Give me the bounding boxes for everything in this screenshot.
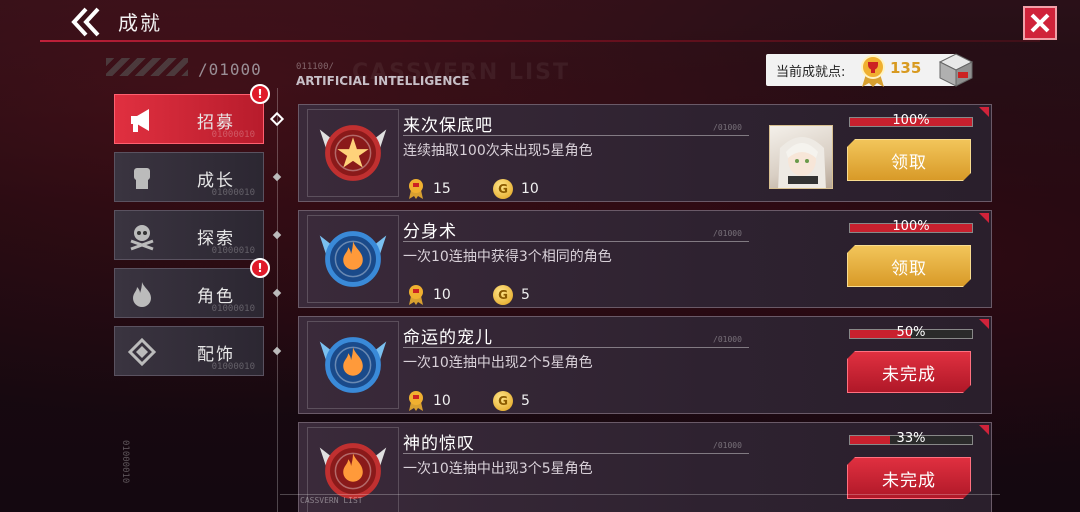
title-underline [403, 347, 749, 348]
achievement-description: 连续抽取100次未出现5星角色 [403, 143, 593, 159]
title-underline [403, 135, 749, 136]
medal-reward: 15 [407, 178, 451, 200]
title-underline [403, 453, 749, 454]
incomplete-button[interactable]: 未完成 [847, 457, 971, 499]
coin-icon: G [493, 179, 513, 199]
achievement-code: /01000 [713, 123, 742, 132]
medal-reward: 10 [407, 390, 451, 412]
achievement-card: 分身术/01000 一次10连抽中获得3个相同的角色 10 G 5 100% 领取 [298, 210, 992, 308]
vertical-code: 01000010 [120, 440, 130, 484]
medal-icon [409, 179, 423, 199]
sidebar-item-explore[interactable]: 探索 01000010 [114, 210, 264, 260]
achievement-code: /01000 [713, 335, 742, 344]
claim-button[interactable]: 领取 [847, 245, 971, 287]
skull-icon [125, 219, 159, 253]
achievement-description: 一次10连抽中出现3个5星角色 [403, 461, 593, 477]
achievement-description: 一次10连抽中获得3个相同的角色 [403, 249, 612, 265]
achievement-emblem-icon [307, 109, 399, 197]
points-label: 当前成就点: [776, 65, 846, 80]
sidebar-item-accessory[interactable]: 配饰 01000010 [114, 326, 264, 376]
coin-reward: G 5 [493, 284, 530, 306]
sidebar-item-code: 01000010 [211, 188, 255, 198]
progress-text: 100% [892, 219, 930, 234]
card-corner-mark [979, 319, 989, 329]
fist-icon [125, 161, 159, 195]
points-value: 135 [890, 59, 922, 77]
header: 成就 [0, 0, 1080, 44]
decor-stripes [106, 58, 188, 76]
achievement-title: 分身术 [403, 222, 457, 242]
bottom-divider [280, 494, 1000, 495]
medal-icon [409, 391, 423, 411]
coin-reward-value: 10 [521, 181, 539, 197]
medal-reward-value: 15 [433, 181, 451, 197]
sidebar-item-recruit[interactable]: 招募 01000010 [114, 94, 264, 144]
achievement-emblem-icon [307, 215, 399, 303]
progress-text: 33% [896, 431, 926, 446]
page-title: 成就 [118, 11, 162, 35]
achievement-title: 来次保底吧 [403, 116, 493, 136]
medal-reward: 10 [407, 284, 451, 306]
coin-reward: G 10 [493, 178, 539, 200]
progress-text: 50% [896, 325, 926, 340]
flame-icon [125, 277, 159, 311]
gem-icon [125, 335, 159, 369]
progress-text: 100% [892, 113, 930, 128]
close-icon [1030, 13, 1050, 33]
sidebar-item-character[interactable]: 角色 01000010 [114, 268, 264, 318]
sidebar-item-growth[interactable]: 成长 01000010 [114, 152, 264, 202]
header-divider [40, 40, 1040, 42]
coin-reward: G 5 [493, 390, 530, 412]
section-title: ARTIFICIAL INTELLIGENCE [296, 74, 470, 88]
achievement-title: 神的惊叹 [403, 434, 475, 454]
footer-code: CASSVERN LIST [300, 496, 363, 505]
card-corner-mark [979, 425, 989, 435]
claim-button[interactable]: 领取 [847, 139, 971, 181]
medal-icon [409, 285, 423, 305]
title-underline [403, 241, 749, 242]
treasure-chest-icon[interactable] [936, 50, 976, 88]
achievement-card: 来次保底吧/01000 连续抽取100次未出现5星角色 15 G 10 100% 领… [298, 104, 992, 202]
card-corner-mark [979, 107, 989, 117]
medal-reward-value: 10 [433, 393, 451, 409]
coin-reward-value: 5 [521, 393, 530, 409]
medal-icon [858, 54, 888, 88]
achievement-code: /01000 [713, 229, 742, 238]
sidebar-item-code: 01000010 [211, 246, 255, 256]
alert-badge: ! [250, 84, 270, 104]
medal-reward-value: 10 [433, 287, 451, 303]
sidebar-count: /01000 [198, 60, 262, 79]
double-chevron-left-icon [71, 7, 100, 37]
sidebar-item-code: 01000010 [211, 130, 255, 140]
coin-icon: G [493, 285, 513, 305]
coin-reward-value: 5 [521, 287, 530, 303]
achievement-description: 一次10连抽中出现2个5星角色 [403, 355, 593, 371]
megaphone-icon [125, 103, 159, 137]
sidebar-item-code: 01000010 [211, 304, 255, 314]
close-button[interactable] [1023, 6, 1057, 40]
achievement-card: 命运的宠儿/01000 一次10连抽中出现2个5星角色 10 G 5 50% 未完成 [298, 316, 992, 414]
achievement-emblem-icon [307, 321, 399, 409]
sidebar-item-code: 01000010 [211, 362, 255, 372]
alert-badge: ! [250, 258, 270, 278]
coin-icon: G [493, 391, 513, 411]
achievement-card: 神的惊叹/01000 一次10连抽中出现3个5星角色 33% 未完成 [298, 422, 992, 512]
achievement-title: 命运的宠儿 [403, 328, 493, 348]
character-portrait [769, 125, 833, 189]
incomplete-button[interactable]: 未完成 [847, 351, 971, 393]
card-corner-mark [979, 213, 989, 223]
achievement-code: /01000 [713, 441, 742, 450]
section-code: 011100/ [296, 62, 334, 72]
back-button[interactable] [66, 6, 104, 38]
